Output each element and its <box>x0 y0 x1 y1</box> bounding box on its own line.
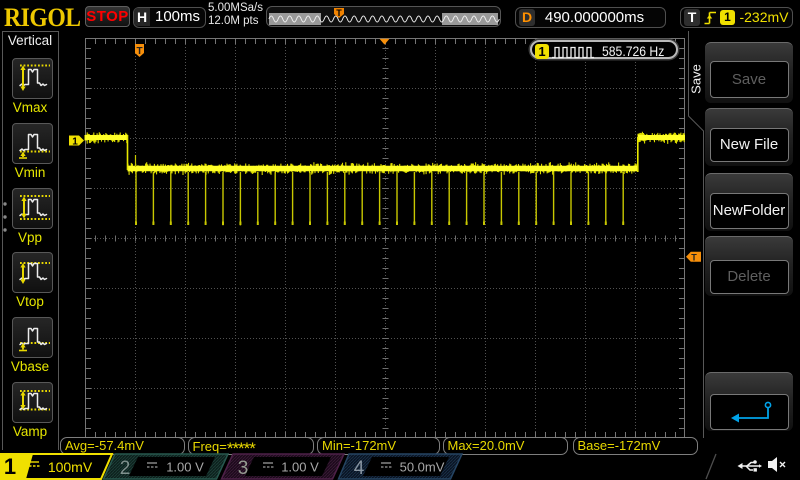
svg-text:1: 1 <box>72 137 78 148</box>
svg-text:1.00 V: 1.00 V <box>166 460 204 475</box>
svg-text:1.00 V: 1.00 V <box>281 460 319 475</box>
svg-text:4: 4 <box>354 458 365 479</box>
svg-text:2: 2 <box>120 458 131 479</box>
svg-text:50.0mV: 50.0mV <box>400 460 445 475</box>
svg-text:T: T <box>136 46 142 57</box>
svg-text:100mV: 100mV <box>48 459 93 475</box>
svg-text:1: 1 <box>4 454 16 479</box>
